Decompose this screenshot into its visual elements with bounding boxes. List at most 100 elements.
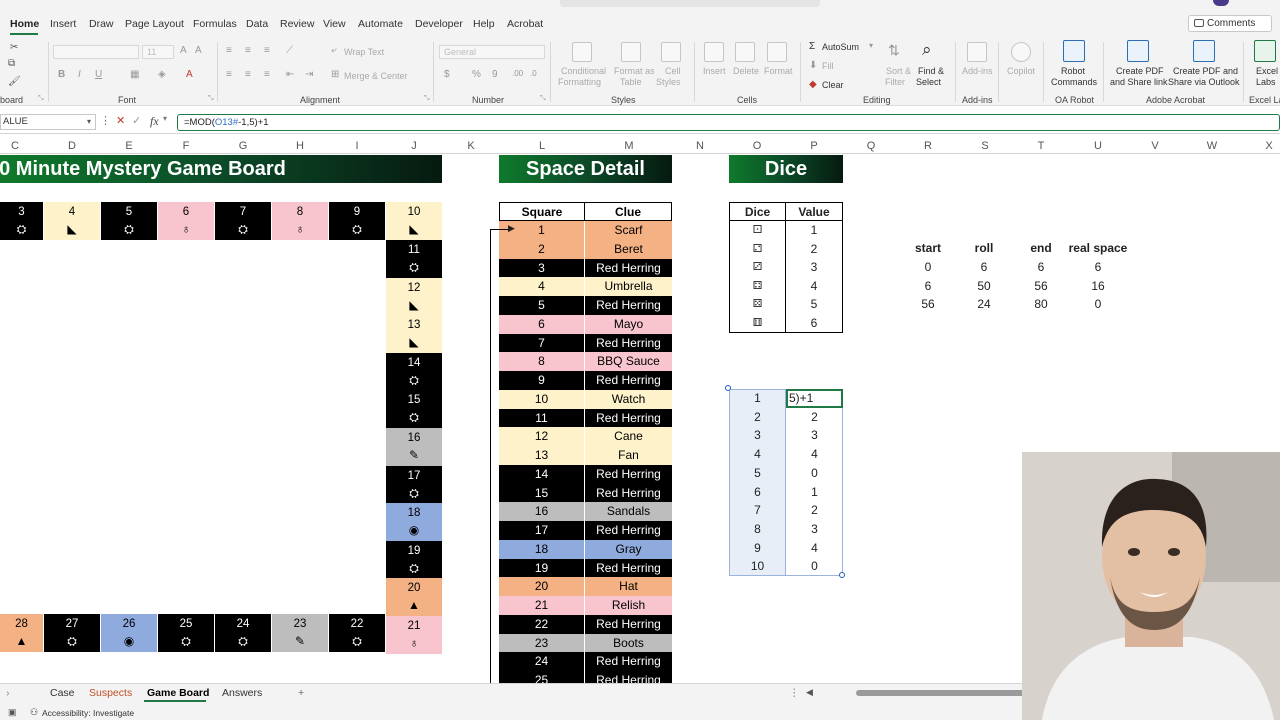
align-left-icon[interactable]: ≡ (226, 69, 232, 80)
merge-center-button[interactable]: Merge & Center (344, 71, 408, 81)
font-color-icon[interactable]: A (186, 69, 193, 80)
space-detail-row[interactable]: 6 Mayo (499, 314, 672, 334)
column-header-d[interactable]: D (52, 138, 92, 154)
sheet-tab-answers[interactable]: Answers (222, 687, 262, 699)
confirm-formula-icon[interactable]: ✓ (132, 114, 141, 127)
column-header-j[interactable]: J (394, 138, 434, 154)
add-ins-icon[interactable] (967, 42, 987, 62)
column-header-k[interactable]: K (451, 138, 491, 154)
board-square[interactable]: 24 ⛭ (215, 614, 272, 652)
tab-acrobat[interactable]: Acrobat (507, 18, 543, 30)
align-bottom-icon[interactable]: ≡ (264, 45, 270, 56)
mod-result-cell[interactable]: 3 (786, 426, 843, 445)
insert-cells-label[interactable]: Insert (703, 66, 726, 76)
space-detail-row[interactable]: 4 Umbrella (499, 277, 672, 297)
column-header-c[interactable]: C (0, 138, 35, 154)
tab-draw[interactable]: Draw (89, 18, 114, 30)
space-detail-row[interactable]: 17 Red Herring (499, 521, 672, 540)
dice-row[interactable]: ⚄ 5 (729, 295, 843, 315)
tab-view[interactable]: View (323, 18, 346, 30)
scroll-tabs-icon[interactable]: › (6, 687, 10, 699)
align-middle-icon[interactable]: ≡ (245, 45, 251, 56)
excel-labs-label-2[interactable]: Labs (1256, 77, 1276, 87)
increase-decimal-icon[interactable]: .00 (512, 69, 523, 78)
column-header-w[interactable]: W (1192, 138, 1232, 154)
chevron-down-icon[interactable]: ▾ (87, 115, 91, 129)
mod-result-cell[interactable]: 2 (786, 408, 843, 427)
column-header-e[interactable]: E (109, 138, 149, 154)
fill-icon[interactable]: ⬇ (809, 60, 817, 71)
copilot-label[interactable]: Copilot (1007, 66, 1035, 76)
sort-filter-icon[interactable]: ⇅ (888, 42, 908, 62)
dice-row[interactable]: ⚀ 1 (729, 221, 843, 240)
accessibility-icon[interactable]: ⚇ (30, 707, 38, 718)
space-detail-row[interactable]: 5 Red Herring (499, 296, 672, 315)
selection-handle[interactable] (839, 572, 845, 578)
font-name-box[interactable] (53, 45, 139, 59)
autosum-dropdown-icon[interactable]: ▾ (869, 41, 873, 50)
font-size-box[interactable]: 11 (142, 45, 174, 59)
mod-index-cell[interactable]: 8 (729, 520, 786, 539)
clear-button[interactable]: Clear (822, 80, 844, 90)
board-square[interactable]: 23 ✎ (272, 614, 329, 652)
align-center-icon[interactable]: ≡ (245, 69, 251, 80)
column-header-v[interactable]: V (1135, 138, 1175, 154)
fill-button[interactable]: Fill (822, 61, 834, 71)
column-header-i[interactable]: I (337, 138, 377, 154)
board-square[interactable]: 11 ⛭ (386, 240, 443, 278)
create-pdf-share-label-1[interactable]: Create PDF (1116, 66, 1164, 76)
board-square[interactable]: 12 ◣ (386, 277, 443, 316)
column-header-u[interactable]: U (1078, 138, 1118, 154)
column-header-g[interactable]: G (223, 138, 263, 154)
fx-chevron-down-icon[interactable]: ▾ (163, 114, 167, 123)
insert-function-icon[interactable]: fx (150, 114, 159, 129)
conditional-formatting-label-1[interactable]: Conditional (561, 66, 606, 76)
dice-row[interactable]: ⚁ 2 (729, 239, 843, 259)
sheet-tab-suspects[interactable]: Suspects (89, 687, 132, 699)
calc-cell[interactable]: 56 (1013, 279, 1069, 293)
mod-index-cell[interactable]: 10 (729, 557, 786, 576)
format-cells-icon[interactable] (767, 42, 787, 62)
column-header-h[interactable]: H (280, 138, 320, 154)
conditional-formatting-icon[interactable] (572, 42, 592, 62)
space-detail-row[interactable]: 18 Gray (499, 539, 672, 559)
robot-commands-label-2[interactable]: Commands (1051, 77, 1097, 87)
calc-cell[interactable]: 0 (1070, 297, 1126, 311)
create-pdf-outlook-icon[interactable] (1193, 40, 1215, 62)
align-right-icon[interactable]: ≡ (264, 69, 270, 80)
board-square[interactable]: 17 ⛭ (386, 465, 443, 504)
profile-avatar[interactable] (1213, 0, 1229, 6)
italic-icon[interactable]: I (78, 69, 81, 80)
currency-icon[interactable]: $ (444, 69, 450, 80)
comma-icon[interactable]: 9 (492, 69, 498, 80)
format-as-table-icon[interactable] (621, 42, 641, 62)
calc-cell[interactable]: 50 (956, 279, 1012, 293)
mod-index-cell[interactable]: 4 (729, 445, 786, 464)
space-detail-row[interactable]: 24 Red Herring (499, 652, 672, 672)
copy-icon[interactable]: ⧉ (8, 58, 15, 69)
create-pdf-outlook-label-1[interactable]: Create PDF and (1173, 66, 1238, 76)
column-header-f[interactable]: F (166, 138, 206, 154)
mod-index-cell[interactable]: 6 (729, 483, 786, 502)
mod-result-cell[interactable]: 4 (786, 445, 843, 464)
increase-font-icon[interactable]: A (180, 45, 187, 56)
cell-styles-label-1[interactable]: Cell (665, 66, 681, 76)
orientation-icon[interactable]: ⟋ (286, 45, 293, 56)
board-square[interactable]: 27 ⛭ (44, 614, 101, 652)
format-cells-label[interactable]: Format (764, 66, 793, 76)
tab-home[interactable]: Home (10, 18, 39, 30)
tab-developer[interactable]: Developer (415, 18, 463, 30)
space-detail-row[interactable]: 20 Hat (499, 577, 672, 597)
column-header-n[interactable]: N (680, 138, 720, 154)
board-square[interactable]: 9 ⛭ (329, 202, 386, 240)
robot-icon[interactable] (1063, 40, 1085, 62)
board-square[interactable]: 25 ⛭ (158, 614, 215, 652)
board-square[interactable]: 7 ⛭ (215, 202, 272, 240)
create-pdf-outlook-label-2[interactable]: Share via Outlook (1168, 77, 1240, 87)
space-detail-row[interactable]: 9 Red Herring (499, 371, 672, 390)
mod-result-cell[interactable]: 2 (786, 501, 843, 520)
borders-icon[interactable]: ▦ (130, 69, 139, 80)
format-painter-icon[interactable]: 🖌 (8, 76, 21, 87)
mod-result-cell[interactable]: 0 (786, 557, 843, 576)
board-square[interactable]: 21 ♁ (386, 616, 443, 654)
